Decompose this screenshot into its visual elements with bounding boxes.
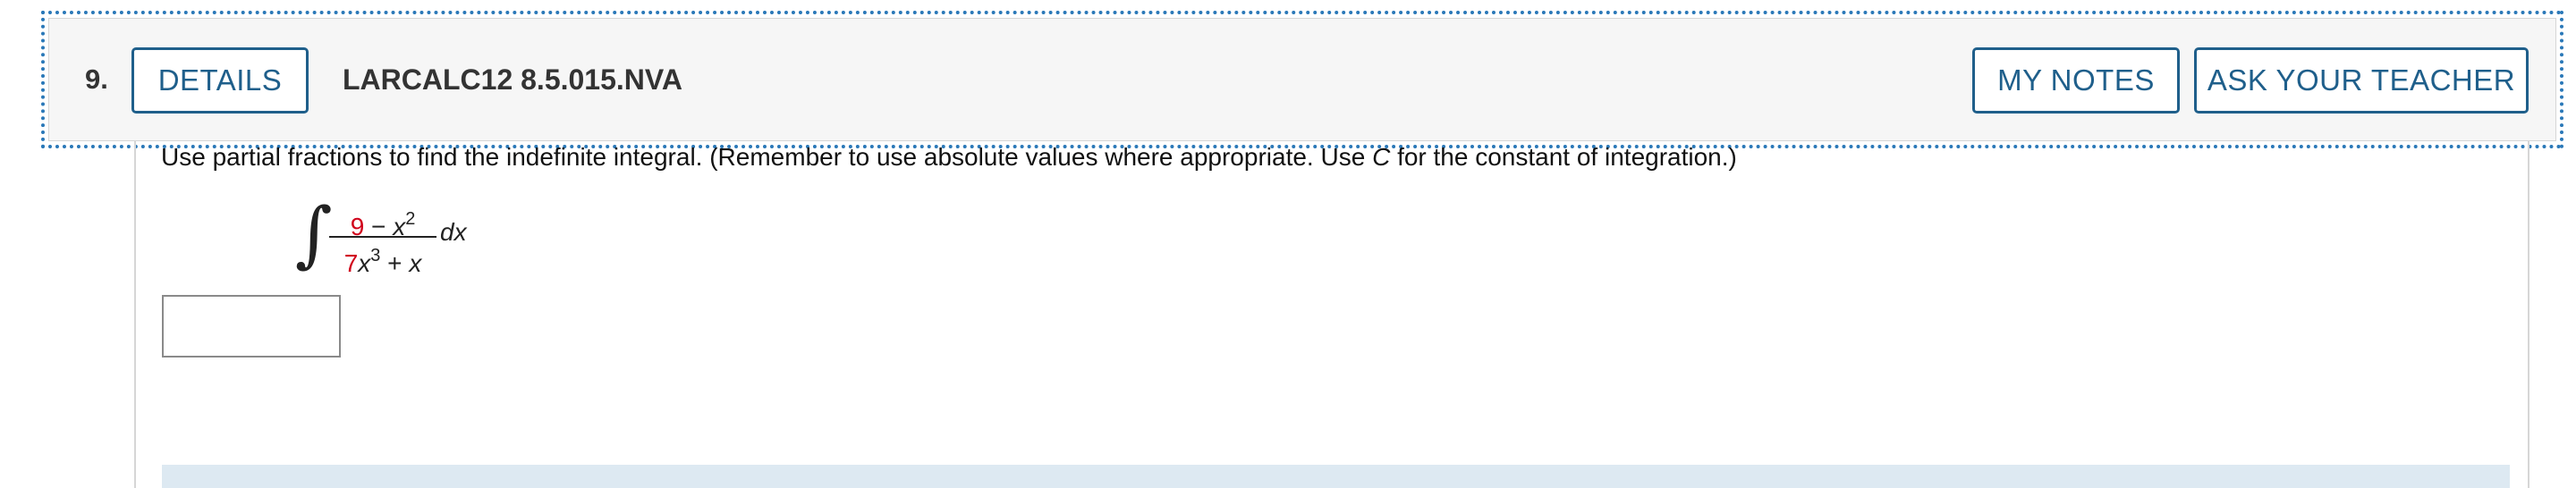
fraction-numerator: 9 − x2 [329, 198, 436, 240]
question-number: 9. [85, 63, 108, 95]
ask-teacher-button[interactable]: ASK YOUR TEACHER [2194, 47, 2529, 114]
fraction: 9 − x2 7x3 + x [329, 198, 436, 277]
question-header: 9. DETAILS LARCALC12 8.5.015.NVA MY NOTE… [41, 11, 2563, 148]
denominator-variable: x [358, 249, 371, 277]
details-button[interactable]: DETAILS [131, 47, 309, 114]
question-code: LARCALC12 8.5.015.NVA [343, 63, 682, 96]
integral-sign: ∫ [295, 192, 333, 275]
answer-input[interactable] [162, 295, 341, 358]
numerator-coefficient: 9 [350, 213, 365, 240]
prompt-text-before: Use partial fractions to find the indefi… [161, 143, 1373, 171]
question-body [134, 141, 2529, 488]
question-container: 9. DETAILS LARCALC12 8.5.015.NVA MY NOTE… [0, 0, 2576, 488]
numerator-operator: − [364, 213, 394, 240]
my-notes-button[interactable]: MY NOTES [1972, 47, 2180, 114]
numerator-variable: x [393, 213, 406, 240]
denominator-variable-2: x [409, 249, 422, 277]
denominator-operator: + [380, 249, 410, 277]
prompt-constant: C [1372, 143, 1391, 171]
denominator-exponent: 3 [370, 246, 381, 265]
question-prompt: Use partial fractions to find the indefi… [161, 143, 1737, 172]
numerator-exponent: 2 [405, 209, 416, 229]
prompt-text-after: for the constant of integration.) [1390, 143, 1737, 171]
differential: dx [440, 218, 467, 246]
submission-panel [162, 465, 2510, 488]
denominator-coefficient: 7 [343, 249, 359, 277]
fraction-denominator: 7x3 + x [329, 240, 436, 277]
integral-expression: ∫ 9 − x2 7x3 + x dx [295, 192, 492, 288]
